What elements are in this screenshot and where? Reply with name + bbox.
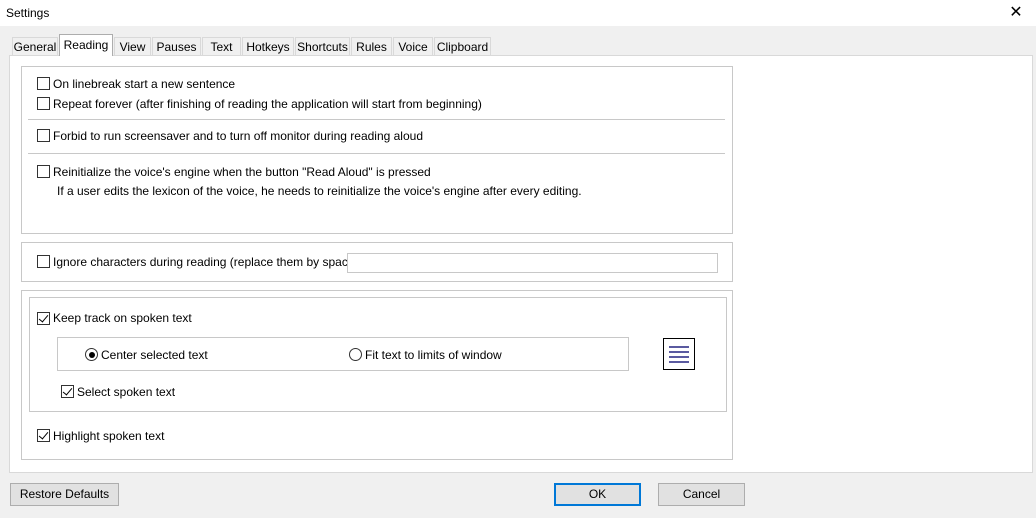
linebreak-label: On linebreak start a new sentence (53, 77, 236, 91)
select-spoken-checkbox[interactable] (61, 385, 74, 398)
tab-shortcuts[interactable]: Shortcuts (295, 37, 350, 55)
text-alignment-preview-icon (663, 338, 695, 370)
title-bar (0, 0, 1036, 26)
divider (28, 153, 725, 154)
close-icon[interactable]: ✕ (1005, 2, 1027, 24)
highlight-spoken-checkbox[interactable] (37, 429, 50, 442)
preview-line (669, 361, 689, 363)
tab-voice[interactable]: Voice (393, 37, 433, 55)
tab-rules[interactable]: Rules (351, 37, 392, 55)
screensaver-label: Forbid to run screensaver and to turn of… (53, 129, 423, 143)
reinit-note: If a user edits the lexicon of the voice… (57, 184, 582, 198)
highlight-spoken-label: Highlight spoken text (53, 429, 165, 443)
fit-text-radio[interactable] (349, 348, 362, 361)
keep-track-label: Keep track on spoken text (53, 311, 192, 325)
center-selected-label: Center selected text (101, 348, 208, 362)
screensaver-checkbox[interactable] (37, 129, 50, 142)
restore-defaults-button[interactable]: Restore Defaults (10, 483, 119, 506)
ignore-label: Ignore characters during reading (replac… (53, 255, 368, 269)
window-title: Settings (6, 6, 50, 20)
ignore-checkbox[interactable] (37, 255, 50, 268)
preview-line (669, 356, 689, 358)
repeat-label: Repeat forever (after finishing of readi… (53, 97, 482, 111)
preview-line (669, 346, 689, 348)
reinit-label: Reinitialize the voice's engine when the… (53, 165, 431, 179)
ok-button[interactable]: OK (554, 483, 641, 506)
tab-view[interactable]: View (114, 37, 151, 55)
tab-pauses[interactable]: Pauses (152, 37, 201, 55)
ignore-characters-input[interactable] (347, 253, 718, 273)
fit-text-label: Fit text to limits of window (365, 348, 502, 362)
preview-line (669, 351, 689, 353)
tab-clipboard[interactable]: Clipboard (434, 37, 491, 55)
linebreak-checkbox[interactable] (37, 77, 50, 90)
tab-general[interactable]: General (12, 37, 58, 55)
center-selected-radio[interactable] (85, 348, 98, 361)
tab-hotkeys[interactable]: Hotkeys (242, 37, 294, 55)
keep-track-checkbox[interactable] (37, 312, 50, 325)
reinit-checkbox[interactable] (37, 165, 50, 178)
tab-text[interactable]: Text (202, 37, 241, 55)
reading-options-group (21, 66, 733, 234)
repeat-checkbox[interactable] (37, 97, 50, 110)
cancel-button[interactable]: Cancel (658, 483, 745, 506)
divider (28, 119, 725, 120)
select-spoken-label: Select spoken text (77, 385, 176, 399)
tab-reading[interactable]: Reading (59, 34, 113, 56)
